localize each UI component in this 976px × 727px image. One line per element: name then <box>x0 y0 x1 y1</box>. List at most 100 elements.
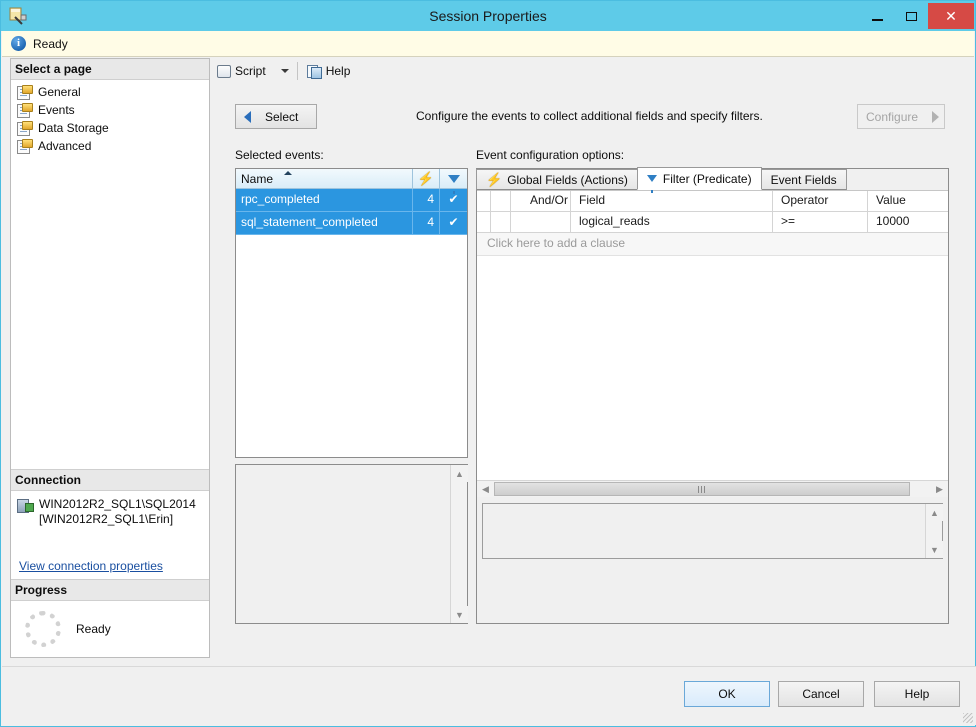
add-clause-row[interactable]: Click here to add a clause <box>477 233 948 256</box>
clause-value[interactable]: 10000 <box>868 212 948 232</box>
tab-filter-predicate-label: Filter (Predicate) <box>662 171 752 186</box>
event-config-label: Event configuration options: <box>476 148 625 162</box>
scroll-left-icon[interactable]: ◀ <box>477 481 494 497</box>
table-row[interactable]: rpc_completed 4 ✔ <box>236 189 467 212</box>
column-header-field[interactable]: Field <box>571 191 773 211</box>
scroll-right-icon[interactable]: ▶ <box>931 481 948 497</box>
bolt-icon: ⚡ <box>417 171 435 186</box>
progress-section: Progress Ready <box>11 579 209 657</box>
selected-events-header: Name ⚡ <box>236 169 467 194</box>
selected-events-label: Selected events: <box>235 148 324 162</box>
script-label: Script <box>235 64 266 78</box>
script-icon <box>216 64 231 78</box>
help-footer-button[interactable]: Help <box>874 681 960 707</box>
column-header-andor[interactable]: And/Or <box>511 191 571 211</box>
filter-description-scrollbar[interactable]: ▲ ▼ <box>925 504 943 558</box>
server-icon <box>17 498 34 513</box>
resize-grip[interactable] <box>963 713 973 723</box>
arrow-left-icon <box>244 110 251 123</box>
column-header-actions[interactable]: ⚡ <box>413 169 440 188</box>
sidebar-item-label: Advanced <box>38 139 92 153</box>
selected-events-grid[interactable]: Name ⚡ rpc_completed 4 ✔ sql_statement_c… <box>235 168 468 458</box>
info-icon: i <box>11 36 26 51</box>
sidebar-item-label: Events <box>38 103 75 117</box>
event-config-tabs: ⚡ Global Fields (Actions) Filter (Predic… <box>476 167 949 193</box>
filter-icon <box>646 175 657 193</box>
event-name: rpc_completed <box>236 189 413 211</box>
cancel-button[interactable]: Cancel <box>778 681 864 707</box>
page-icon <box>17 85 33 100</box>
script-dropdown-button[interactable] <box>271 60 293 82</box>
bolt-icon: ⚡ <box>486 172 503 187</box>
progress-header: Progress <box>11 580 209 601</box>
select-a-page-header: Select a page <box>11 59 209 80</box>
event-action-count: 4 <box>413 212 440 234</box>
spinner-icon <box>25 611 61 647</box>
scroll-down-icon[interactable]: ▼ <box>451 606 468 623</box>
filter-grid-hscrollbar[interactable]: ◀ ▶ <box>477 480 948 497</box>
maximize-button[interactable] <box>894 3 928 29</box>
tab-filter-predicate[interactable]: Filter (Predicate) <box>636 167 762 193</box>
scroll-down-icon[interactable]: ▼ <box>926 541 943 558</box>
sidebar-item-general[interactable]: General <box>11 83 209 101</box>
column-header-filter[interactable] <box>440 169 467 194</box>
clause-operator[interactable]: >= <box>773 212 868 232</box>
configure-button[interactable]: Configure <box>857 104 945 129</box>
column-header-operator[interactable]: Operator <box>773 191 868 211</box>
action-row: Select Configure the events to collect a… <box>211 104 967 130</box>
sidebar-item-label: General <box>38 85 81 99</box>
event-description-box: ▲ ▼ <box>235 464 468 624</box>
sort-ascending-icon <box>284 171 292 175</box>
grip-icon <box>698 485 706 493</box>
scroll-up-icon[interactable]: ▲ <box>451 465 468 482</box>
tab-event-fields[interactable]: Event Fields <box>760 169 847 190</box>
hscroll-track[interactable] <box>494 481 931 497</box>
sidebar-item-label: Data Storage <box>38 121 109 135</box>
arrow-right-icon <box>932 110 940 123</box>
event-description-scrollbar[interactable]: ▲ ▼ <box>450 465 468 623</box>
progress-text: Ready <box>76 622 111 636</box>
clause-andor[interactable] <box>511 212 571 232</box>
filter-icon <box>447 174 460 194</box>
help-icon <box>306 64 322 79</box>
filter-grid[interactable]: And/Or Field Operator Value logical_read… <box>477 190 948 480</box>
toolbar: Script Help <box>211 58 967 84</box>
tab-global-fields[interactable]: ⚡ Global Fields (Actions) <box>476 169 638 190</box>
page-icon <box>17 103 33 118</box>
close-button[interactable]: ✕ <box>928 3 974 29</box>
toolbar-separator <box>296 62 298 80</box>
configure-description: Configure the events to collect addition… <box>416 109 763 123</box>
page-icon <box>17 139 33 154</box>
status-strip: i Ready <box>2 31 974 57</box>
row-select-cell[interactable] <box>477 212 491 232</box>
column-header-name[interactable]: Name <box>236 169 413 188</box>
view-connection-properties-link[interactable]: View connection properties <box>19 559 163 573</box>
event-filter-check: ✔ <box>448 215 459 229</box>
minimize-button[interactable] <box>860 3 894 29</box>
connection-body: WIN2012R2_SQL1\SQL2014 [WIN2012R2_SQL1\E… <box>11 491 209 579</box>
help-label: Help <box>325 64 351 78</box>
connection-server-name: WIN2012R2_SQL1\SQL2014 <box>39 497 196 511</box>
window-controls: ✕ <box>860 3 974 29</box>
tab-event-fields-label: Event Fields <box>770 172 837 187</box>
table-row[interactable]: sql_statement_completed 4 ✔ <box>236 212 467 235</box>
page-list: General Events Data Storage Advanced <box>11 80 209 155</box>
clause-field[interactable]: logical_reads <box>571 212 773 232</box>
right-pane: Script Help Select Configure the events … <box>211 58 967 658</box>
sidebar-item-advanced[interactable]: Advanced <box>11 137 209 155</box>
ok-button[interactable]: OK <box>684 681 770 707</box>
column-header-value[interactable]: Value <box>868 191 948 211</box>
chevron-down-icon <box>280 69 289 73</box>
help-button[interactable]: Help <box>302 60 356 82</box>
scroll-up-icon[interactable]: ▲ <box>926 504 943 521</box>
connection-header: Connection <box>11 470 209 491</box>
connection-server: WIN2012R2_SQL1\SQL2014 [WIN2012R2_SQL1\E… <box>39 497 196 527</box>
select-button[interactable]: Select <box>235 104 317 129</box>
sidebar-item-data-storage[interactable]: Data Storage <box>11 119 209 137</box>
title-bar: Session Properties ✕ <box>1 1 975 31</box>
hscroll-thumb[interactable] <box>494 482 910 496</box>
table-row[interactable]: logical_reads >= 10000 <box>477 212 948 233</box>
script-button[interactable]: Script <box>211 60 271 82</box>
sidebar-item-events[interactable]: Events <box>11 101 209 119</box>
row-delete-cell[interactable] <box>491 212 511 232</box>
